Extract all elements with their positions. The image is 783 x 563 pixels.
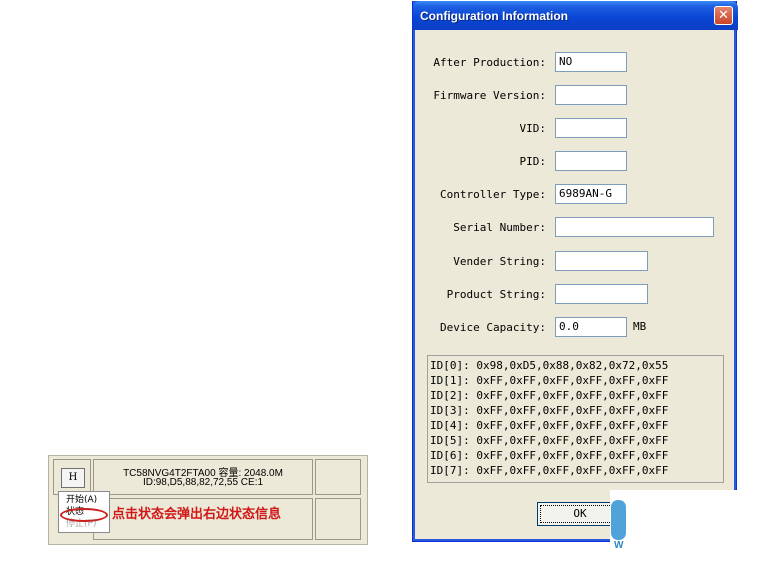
product-string-field[interactable] bbox=[555, 284, 648, 304]
status-cell bbox=[315, 459, 361, 495]
serial-number-label: Serial Number: bbox=[453, 221, 546, 234]
watermark-area bbox=[610, 490, 783, 563]
close-icon[interactable]: ✕ bbox=[714, 6, 733, 25]
watermark-letter: W bbox=[614, 540, 624, 551]
pid-field[interactable] bbox=[555, 151, 627, 171]
pid-label: PID: bbox=[519, 155, 547, 168]
id-line: ID[4]: 0xFF,0xFF,0xFF,0xFF,0xFF,0xFF bbox=[430, 419, 669, 432]
id-line: ID[5]: 0xFF,0xFF,0xFF,0xFF,0xFF,0xFF bbox=[430, 434, 669, 447]
menu-item-start[interactable]: 开始(A) bbox=[66, 495, 97, 506]
id-line: ID[1]: 0xFF,0xFF,0xFF,0xFF,0xFF,0xFF bbox=[430, 374, 669, 387]
id-line: ID[2]: 0xFF,0xFF,0xFF,0xFF,0xFF,0xFF bbox=[430, 389, 669, 402]
dialog-title: Configuration Information bbox=[420, 9, 568, 23]
vid-field[interactable] bbox=[555, 118, 627, 138]
vid-label: VID: bbox=[519, 122, 547, 135]
product-string-label: Product String: bbox=[446, 288, 546, 301]
capacity-unit: MB bbox=[633, 320, 647, 333]
controller-type-label: Controller Type: bbox=[440, 188, 546, 201]
controller-type-field[interactable]: 6989AN-G bbox=[555, 184, 627, 204]
after-production-field[interactable]: NO bbox=[555, 52, 627, 72]
device-slot-cell: H bbox=[53, 459, 91, 495]
vender-string-label: Vender String: bbox=[453, 255, 546, 268]
dialog-titlebar[interactable]: Configuration Information ✕ bbox=[413, 1, 738, 30]
id-line: ID[3]: 0xFF,0xFF,0xFF,0xFF,0xFF,0xFF bbox=[430, 404, 669, 417]
status-cell-empty bbox=[315, 498, 361, 540]
device-id-text: ID:98,D5,88,82,72,55 CE:1 bbox=[142, 477, 264, 488]
id-line: ID[7]: 0xFF,0xFF,0xFF,0xFF,0xFF,0xFF bbox=[430, 464, 669, 477]
watermark-mark bbox=[611, 500, 626, 540]
firmware-version-label: Firmware Version: bbox=[433, 89, 546, 102]
id-line: ID[6]: 0xFF,0xFF,0xFF,0xFF,0xFF,0xFF bbox=[430, 449, 669, 462]
device-capacity-label: Device Capacity: bbox=[440, 321, 546, 334]
device-info-cell[interactable]: TC58NVG4T2FTA00 容量: 2048.0M ID:98,D5,88,… bbox=[93, 459, 313, 495]
device-h-button[interactable]: H bbox=[61, 468, 85, 488]
id-line: ID[0]: 0x98,0xD5,0x88,0x82,0x72,0x55 bbox=[430, 359, 669, 372]
firmware-version-field[interactable] bbox=[555, 85, 627, 105]
highlight-oval bbox=[60, 508, 108, 522]
id-readout-box: ID[0]: 0x98,0xD5,0x88,0x82,0x72,0x55 ID[… bbox=[427, 355, 724, 483]
vender-string-field[interactable] bbox=[555, 251, 648, 271]
serial-number-field[interactable] bbox=[555, 217, 714, 237]
configuration-dialog: Configuration Information ✕ After Produc… bbox=[412, 1, 738, 542]
device-capacity-field[interactable]: 0.0 bbox=[555, 317, 627, 337]
annotation-caption: 点击状态会弹出右边状态信息 bbox=[112, 507, 282, 522]
after-production-label: After Production: bbox=[433, 56, 546, 69]
